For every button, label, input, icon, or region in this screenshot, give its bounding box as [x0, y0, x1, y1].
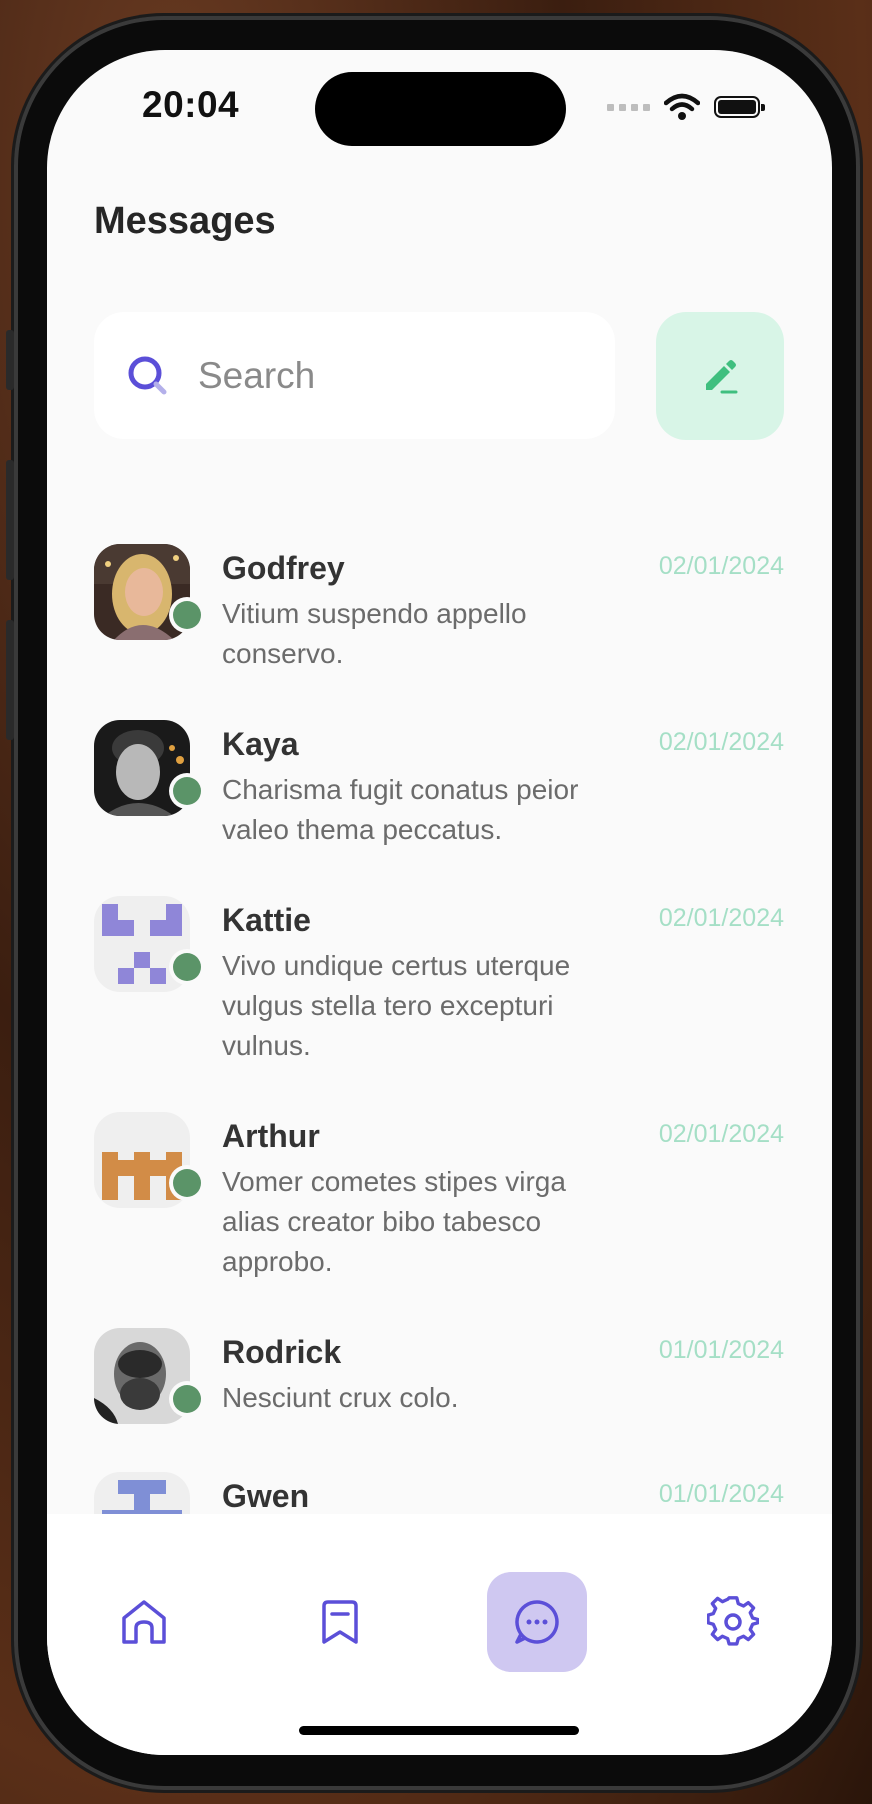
page-title: Messages	[94, 200, 276, 242]
avatar	[94, 896, 190, 992]
online-status-dot	[173, 1385, 201, 1413]
message-date: 02/01/2024	[658, 728, 784, 756]
contact-name: Rodrick	[222, 1334, 342, 1370]
contact-name: Arthur	[222, 1118, 320, 1154]
contact-name: Kaya	[222, 726, 299, 762]
chat-bubble-icon	[515, 1600, 559, 1644]
side-button	[6, 330, 14, 390]
wifi-icon	[664, 93, 700, 120]
conversation-row[interactable]: Kattie Vivo undique certus uterque vulgu…	[94, 896, 784, 1086]
side-button	[6, 620, 14, 740]
status-time: 20:04	[142, 84, 240, 125]
nav-settings[interactable]	[683, 1572, 783, 1672]
avatar	[94, 1112, 190, 1208]
message-date: 01/01/2024	[658, 1480, 784, 1508]
battery-icon	[714, 96, 765, 118]
contact-name: Godfrey	[222, 550, 345, 586]
side-button	[6, 460, 14, 580]
message-preview: Nesciunt crux colo.	[222, 1382, 459, 1413]
bottom-navigation	[47, 1514, 832, 1755]
conversation-row[interactable]: Kaya Charisma fugit conatus peior valeo …	[94, 720, 784, 870]
message-preview: Charisma fugit conatus peior valeo thema…	[222, 774, 579, 845]
avatar	[94, 1472, 190, 1514]
message-preview: Vivo undique certus uterque vulgus stell…	[222, 950, 571, 1061]
signal-icon	[607, 103, 650, 111]
home-icon	[122, 1600, 166, 1644]
online-status-dot	[173, 777, 201, 805]
online-status-dot	[173, 1169, 201, 1197]
avatar	[94, 544, 190, 640]
message-date: 02/01/2024	[658, 904, 784, 932]
online-status-dot	[173, 601, 201, 629]
edit-pencil-icon	[706, 360, 738, 394]
bookmark-icon	[322, 1600, 358, 1644]
conversation-row[interactable]: Arthur Vomer cometes stipes virga alias …	[94, 1112, 784, 1302]
home-indicator[interactable]	[299, 1726, 579, 1735]
conversation-row[interactable]: Godfrey Vitium suspendo appello conservo…	[94, 544, 784, 694]
conversation-row[interactable]: Gwen 01/01/2024	[94, 1472, 784, 1514]
status-icons	[607, 92, 765, 122]
message-date: 01/01/2024	[658, 1336, 784, 1364]
search-input[interactable]	[196, 353, 580, 398]
message-date: 02/01/2024	[658, 1120, 784, 1148]
app-screen: 20:04 Messages Search Godfrey Vitium sus…	[47, 50, 832, 1755]
nav-bookmarks[interactable]	[290, 1572, 390, 1672]
dynamic-island	[315, 72, 566, 146]
conversation-row[interactable]: Rodrick Nesciunt crux colo. 01/01/2024	[94, 1328, 784, 1438]
online-status-dot	[173, 953, 201, 981]
compose-button[interactable]	[656, 312, 784, 440]
avatar	[94, 720, 190, 816]
contact-name: Gwen	[222, 1478, 310, 1514]
gear-icon	[707, 1596, 759, 1646]
contact-name: Kattie	[222, 902, 311, 938]
search-icon	[128, 356, 167, 394]
message-preview: Vitium suspendo appello conservo.	[222, 598, 527, 669]
nav-home[interactable]	[94, 1572, 194, 1672]
message-preview: Vomer cometes stipes virga alias creator…	[222, 1166, 566, 1277]
avatar	[94, 1328, 190, 1424]
search-box[interactable]	[94, 312, 615, 439]
nav-messages[interactable]	[487, 1572, 587, 1672]
message-date: 02/01/2024	[658, 552, 784, 580]
